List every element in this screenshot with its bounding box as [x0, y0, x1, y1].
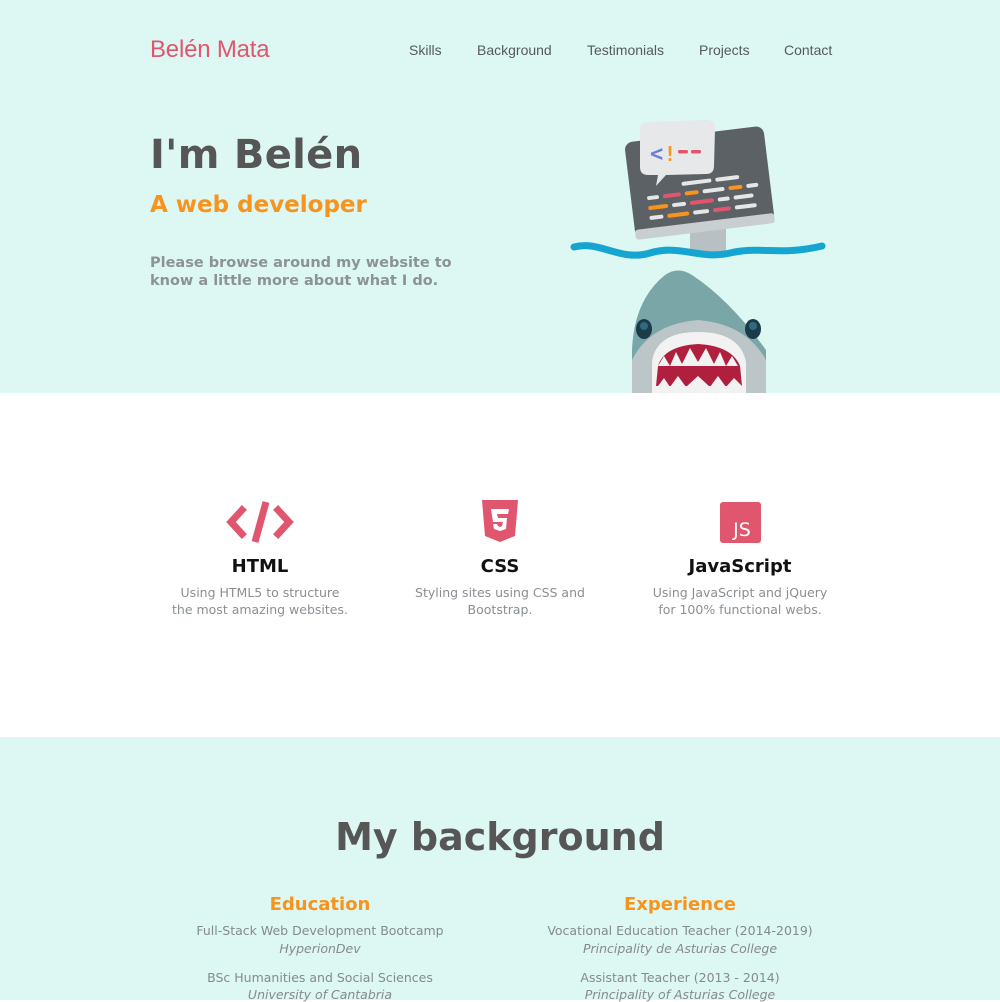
hero-title: I'm Belén	[150, 132, 363, 178]
education-item-title: Full-Stack Web Development Bootcamp	[196, 923, 444, 938]
skill-description: Styling sites using CSS and Bootstrap.	[415, 585, 585, 617]
experience-item-place: Principality de Asturias College	[582, 941, 778, 956]
svg-text:<: <	[650, 142, 663, 167]
js-icon: JS	[720, 502, 761, 543]
skill-description: Using HTML5 to structure the most amazin…	[172, 585, 348, 617]
background-title: My background	[335, 815, 665, 859]
education-heading: Education	[269, 894, 371, 915]
nav-projects[interactable]: Projects	[699, 42, 750, 60]
svg-text:!: !	[664, 142, 676, 166]
experience-item-title: Assistant Teacher (2013 - 2014)	[580, 970, 780, 985]
nav-testimonials[interactable]: Testimonials	[587, 42, 664, 60]
education-item-title: BSc Humanities and Social Sciences	[207, 970, 433, 985]
hero-subtitle: A web developer	[150, 192, 367, 218]
css3-icon	[482, 500, 518, 542]
hero-section: Belén Mata Skills Background Testimonial…	[0, 0, 1000, 393]
skill-title: HTML	[231, 556, 289, 577]
nav-contact[interactable]: Contact	[784, 42, 832, 60]
nav-background[interactable]: Background	[477, 42, 552, 60]
code-icon	[226, 501, 294, 543]
hero-description: Please browse around my website to know …	[150, 255, 452, 289]
skill-title: CSS	[480, 556, 520, 577]
nav-skills[interactable]: Skills	[409, 42, 442, 60]
experience-item-title: Vocational Education Teacher (2014-2019)	[547, 923, 813, 938]
brand-logo[interactable]: Belén Mata	[150, 36, 270, 64]
shark-monitor-illustration: < !	[570, 120, 826, 393]
svg-text:JS: JS	[732, 519, 751, 541]
skill-description: Using JavaScript and jQuery for 100% fun…	[652, 585, 828, 617]
experience-heading: Experience	[624, 894, 736, 915]
background-section	[0, 737, 1000, 1000]
education-item-place: HyperionDev	[279, 941, 361, 956]
skill-title: JavaScript	[688, 556, 792, 577]
